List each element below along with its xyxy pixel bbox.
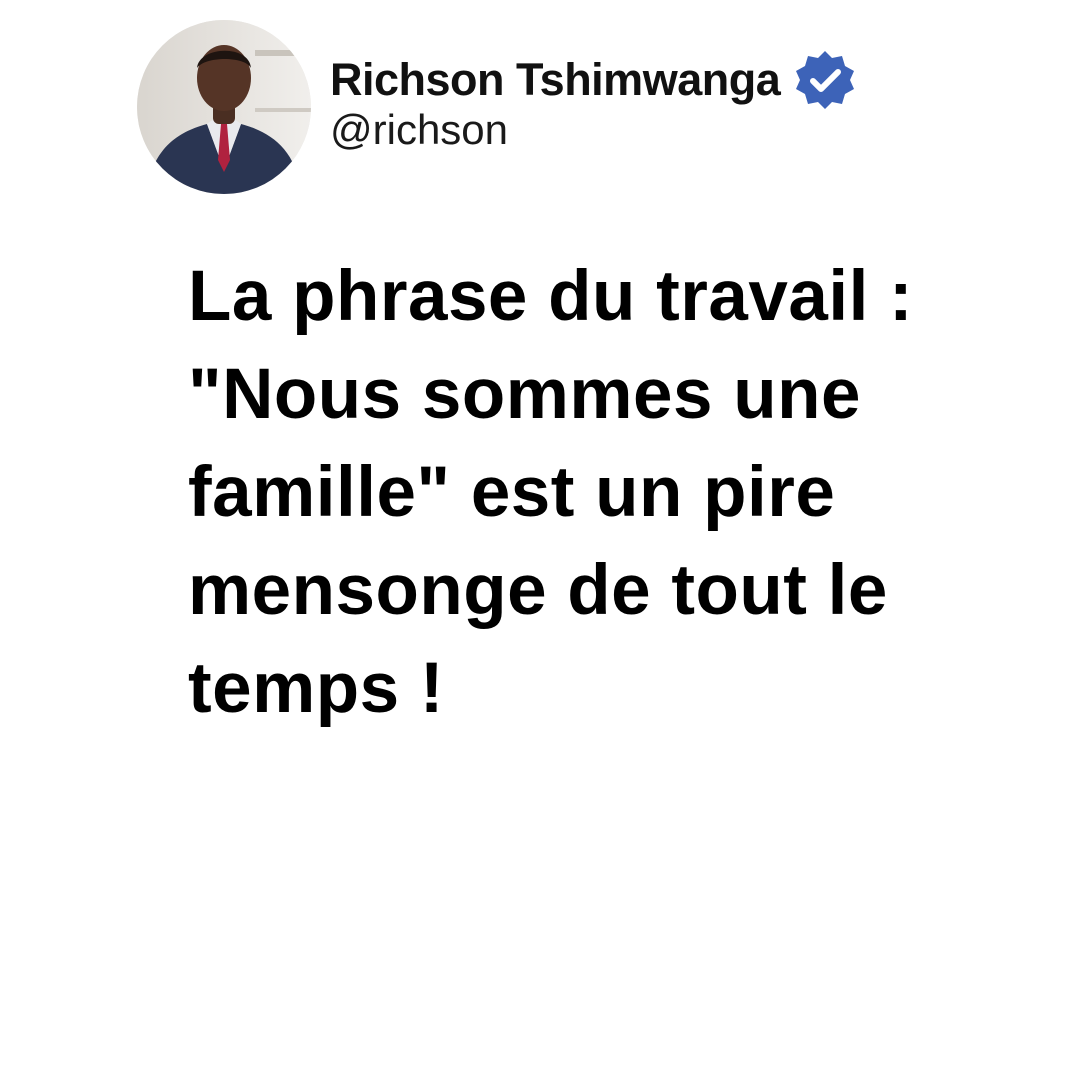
post-text: La phrase du travail : "Nous sommes une …: [188, 248, 1048, 738]
avatar[interactable]: [137, 20, 311, 194]
author-name[interactable]: Richson Tshimwanga: [330, 52, 781, 108]
post-text-line: temps !: [188, 649, 444, 728]
author-name-row: Richson Tshimwanga: [330, 51, 860, 109]
post-card: Richson Tshimwanga @richson La phrase du…: [0, 0, 1080, 1080]
author-handle[interactable]: @richson: [330, 104, 508, 156]
post-text-line: famille" est un pire: [188, 453, 836, 532]
post-text-line: "Nous sommes une: [188, 355, 861, 434]
verified-badge-icon: [790, 45, 860, 115]
post-text-line: mensonge de tout le: [188, 551, 888, 630]
post-text-line: La phrase du travail :: [188, 257, 914, 336]
avatar-photo-icon: [137, 20, 311, 194]
